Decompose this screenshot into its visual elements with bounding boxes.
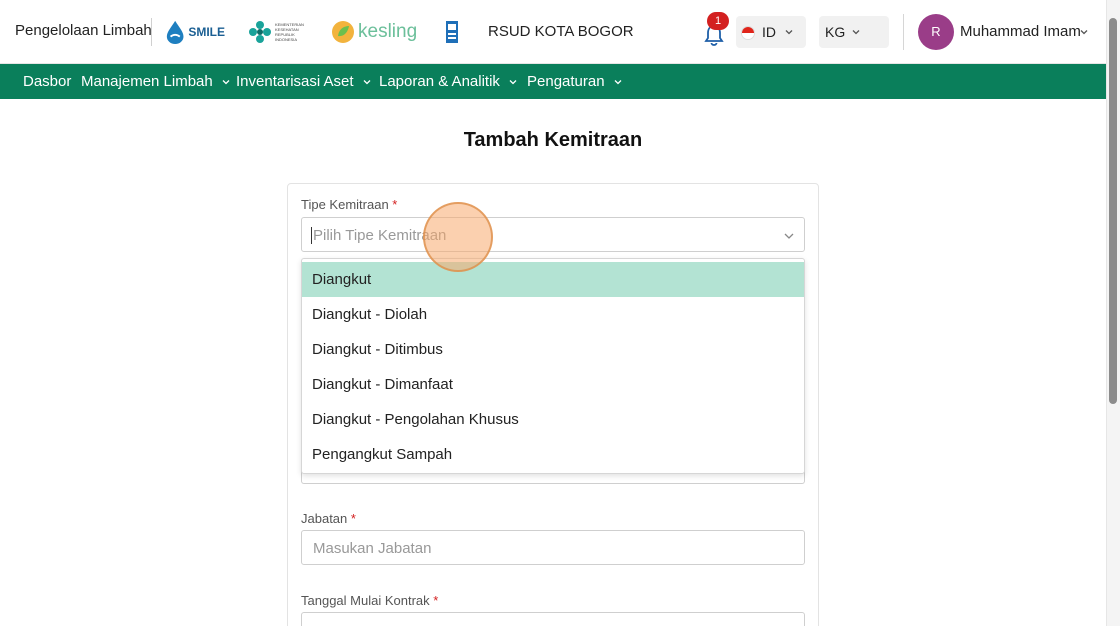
tanggal-mulai-kontrak-input[interactable] bbox=[301, 612, 805, 626]
app-title: Pengelolaan Limbah bbox=[15, 22, 152, 39]
tipe-kemitraan-dropdown: Diangkut Diangkut - Diolah Diangkut - Di… bbox=[301, 258, 805, 474]
dropdown-option-diangkut[interactable]: Diangkut bbox=[302, 262, 804, 297]
unit-selector[interactable]: KG bbox=[819, 16, 889, 48]
field-label-text: Tanggal Mulai Kontrak bbox=[301, 593, 430, 608]
dropdown-option-diangkut-ditimbus[interactable]: Diangkut - Ditimbus bbox=[302, 332, 804, 367]
required-mark: * bbox=[392, 197, 398, 212]
unit-label: KG bbox=[825, 24, 846, 40]
jabatan-input[interactable]: Masukan Jabatan bbox=[301, 530, 805, 565]
divider bbox=[151, 18, 152, 46]
chevron-down-icon bbox=[852, 30, 860, 35]
dropdown-option-diangkut-pengolahan-khusus[interactable]: Diangkut - Pengolahan Khusus bbox=[302, 402, 804, 437]
input-placeholder: Masukan Jabatan bbox=[313, 540, 432, 557]
dropdown-option-diangkut-dimanfaat[interactable]: Diangkut - Dimanfaat bbox=[302, 367, 804, 402]
leaf-icon bbox=[332, 21, 354, 43]
chevron-down-icon bbox=[222, 79, 230, 84]
language-label: ID bbox=[762, 24, 776, 40]
jabatan-label: Jabatan * bbox=[301, 511, 356, 526]
dropdown-option-pengangkut-sampah[interactable]: Pengangkut Sampah bbox=[302, 437, 804, 472]
main-navigation: Dasbor Manajemen Limbah Inventarisasi As… bbox=[0, 64, 1106, 99]
chevron-down-icon bbox=[614, 79, 622, 84]
nav-item-pengaturan[interactable]: Pengaturan bbox=[527, 73, 623, 90]
nav-item-laporan-analitik[interactable]: Laporan & Analitik bbox=[379, 73, 518, 90]
divider bbox=[903, 14, 904, 50]
nav-item-label: Dasbor bbox=[23, 73, 72, 90]
avatar[interactable]: R bbox=[918, 14, 954, 50]
scrollbar-thumb[interactable] bbox=[1109, 18, 1117, 404]
indonesia-flag-icon bbox=[741, 26, 755, 40]
chevron-down-icon[interactable] bbox=[1079, 27, 1089, 37]
smile-logo-text: SMILE bbox=[188, 25, 225, 39]
chevron-down-icon[interactable] bbox=[783, 230, 795, 242]
click-indicator bbox=[423, 202, 493, 272]
tanggal-mulai-kontrak-label: Tanggal Mulai Kontrak * bbox=[301, 593, 438, 608]
smile-logo: SMILE bbox=[165, 14, 225, 50]
nav-item-label: Inventarisasi Aset bbox=[236, 73, 354, 90]
dropdown-option-diangkut-diolah[interactable]: Diangkut - Diolah bbox=[302, 297, 804, 332]
kesling-logo-text: kesling bbox=[358, 21, 418, 42]
notification-badge: 1 bbox=[707, 12, 729, 30]
tipe-kemitraan-label: Tipe Kemitraan * bbox=[301, 197, 397, 212]
chevron-down-icon bbox=[363, 79, 371, 84]
page-title: Tambah Kemitraan bbox=[463, 129, 643, 151]
kemenkes-emblem-icon bbox=[249, 21, 271, 43]
text-caret bbox=[311, 227, 312, 244]
undp-logo bbox=[446, 14, 460, 50]
water-drop-icon bbox=[166, 20, 184, 45]
nav-item-dasbor[interactable]: Dasbor bbox=[23, 73, 71, 90]
top-header: Pengelolaan Limbah SMILE KEMENTERIAN KES… bbox=[0, 0, 1106, 64]
chevron-down-icon bbox=[785, 30, 793, 35]
required-mark: * bbox=[433, 593, 439, 608]
tipe-kemitraan-select[interactable]: Pilih Tipe Kemitraan bbox=[301, 217, 805, 252]
user-name[interactable]: Muhammad Imam bbox=[960, 23, 1081, 40]
nav-item-manajemen-limbah[interactable]: Manajemen Limbah bbox=[81, 73, 231, 90]
nav-item-label: Pengaturan bbox=[527, 73, 605, 90]
kemenkes-logo: KEMENTERIAN KESEHATAN REPUBLIK INDONESIA bbox=[248, 14, 308, 50]
chevron-down-icon bbox=[509, 79, 517, 84]
nav-item-inventarisasi-aset[interactable]: Inventarisasi Aset bbox=[236, 73, 372, 90]
required-mark: * bbox=[350, 511, 356, 526]
language-selector[interactable]: ID bbox=[736, 16, 806, 48]
kemenkes-logo-text: KEMENTERIAN KESEHATAN REPUBLIK INDONESIA bbox=[275, 22, 304, 42]
field-label-text: Tipe Kemitraan bbox=[301, 197, 389, 212]
hospital-name: RSUD KOTA BOGOR bbox=[488, 23, 634, 40]
field-label-text: Jabatan bbox=[301, 511, 348, 526]
nav-item-label: Manajemen Limbah bbox=[81, 73, 213, 90]
nav-item-label: Laporan & Analitik bbox=[379, 73, 500, 90]
kesling-logo: kesling bbox=[331, 14, 423, 50]
undp-logo-icon bbox=[446, 21, 458, 43]
